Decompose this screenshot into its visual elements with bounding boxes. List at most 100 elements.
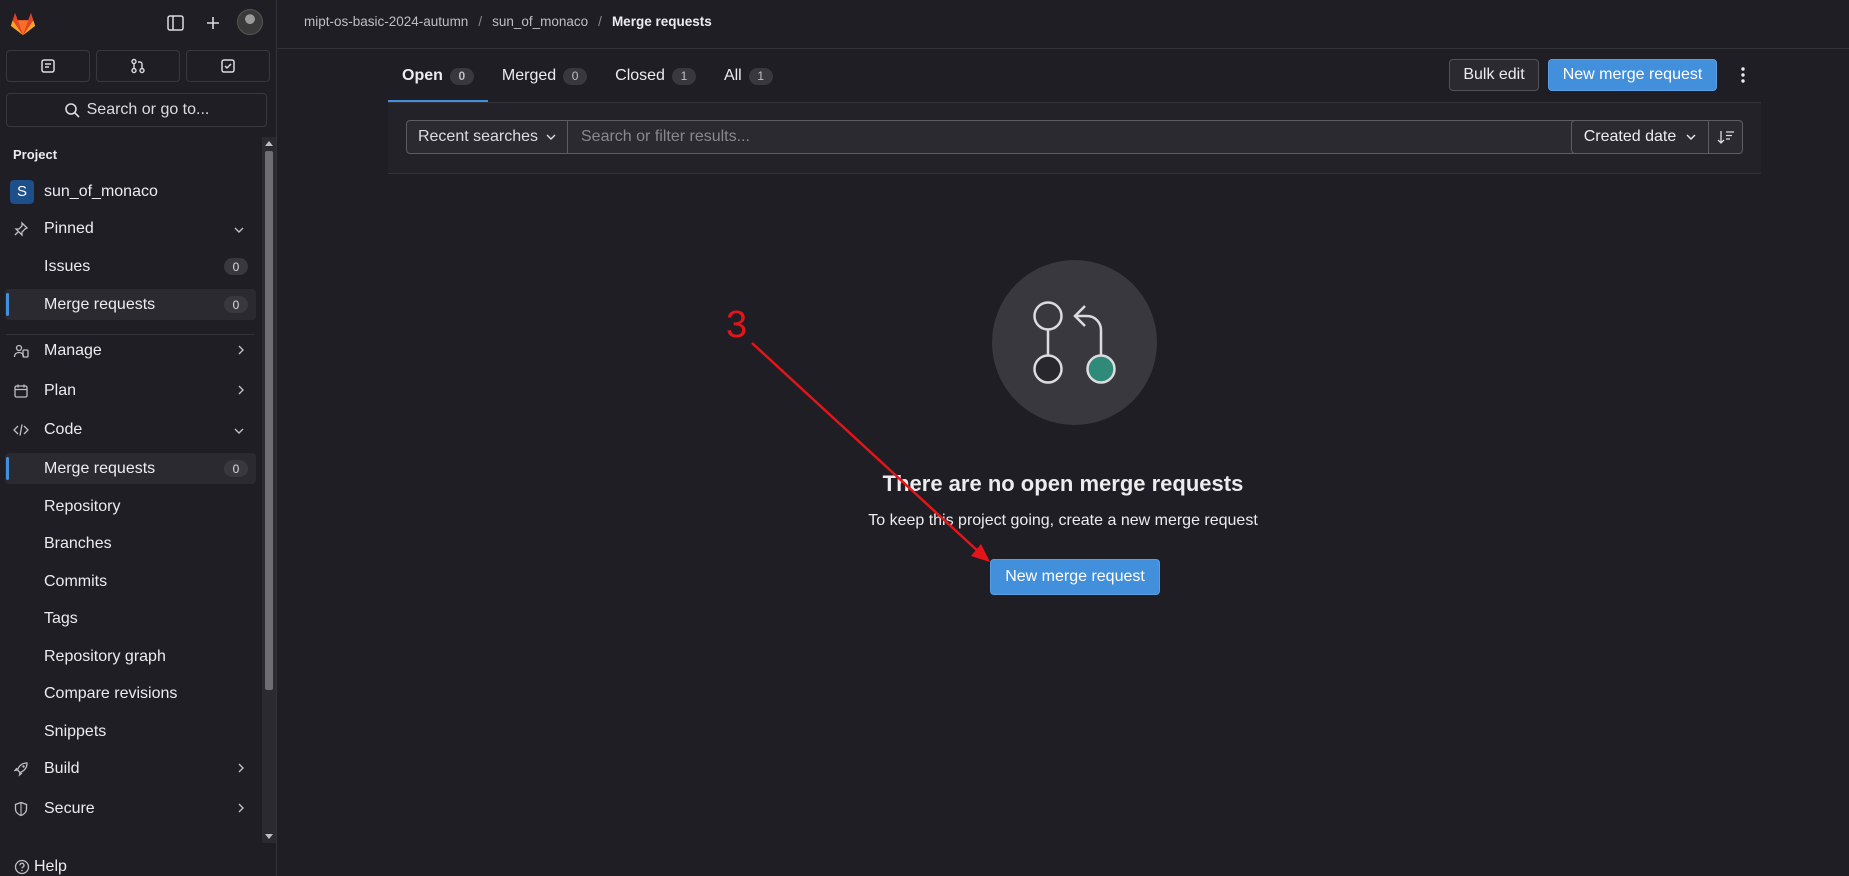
sidebar-item-commits[interactable]: Commits (5, 566, 256, 597)
sort-icon (1717, 131, 1734, 144)
empty-state-new-merge-request-button[interactable]: New merge request (990, 559, 1160, 595)
search-button-label: Search or go to... (86, 101, 210, 118)
todo-shortcut-button[interactable] (186, 50, 270, 82)
chevron-right-icon (238, 343, 244, 358)
breadcrumb-current[interactable]: Merge requests (612, 14, 712, 29)
search-button[interactable]: Search or go to... (6, 93, 267, 127)
sidebar-item-label: Plan (44, 381, 77, 399)
pin-icon (13, 220, 29, 237)
chevron-down-icon (234, 422, 244, 437)
sidebar-item-label: Pinned (44, 219, 94, 237)
count-badge: 0 (224, 296, 248, 313)
sidebar-item-label: Tags (44, 609, 78, 627)
breadcrumb: mipt-os-basic-2024-autumn / sun_of_monac… (304, 14, 712, 29)
sidebar-item-pinned[interactable]: Pinned (5, 213, 256, 244)
help-icon (14, 859, 30, 875)
top-bar: mipt-os-basic-2024-autumn / sun_of_monac… (277, 0, 1849, 49)
sort-direction-button[interactable] (1708, 120, 1743, 154)
tab-count: 1 (748, 67, 773, 85)
merge-request-illustration (992, 260, 1157, 425)
sidebar-project-item[interactable]: S sun_of_monaco (5, 176, 256, 207)
mr-state-tabs: Open 0 Merged 0 Closed 1 All 1 (388, 50, 787, 102)
sidebar-item-label: Secure (44, 799, 95, 817)
calendar-icon (13, 383, 29, 399)
tab-label: All (723, 67, 742, 84)
sidebar-item-issues[interactable]: Issues 0 (5, 251, 256, 282)
sidebar-item-code[interactable]: Code (5, 414, 256, 445)
todo-icon (221, 59, 235, 73)
project-name: sun_of_monaco (44, 182, 158, 200)
help-label: Help (34, 858, 67, 875)
empty-state-title: There are no open merge requests (0, 471, 1849, 497)
sidebar-header (0, 0, 276, 46)
tab-count: 0 (563, 67, 588, 85)
chevron-right-icon (238, 383, 244, 398)
sidebar-item-secure[interactable]: Secure (5, 793, 256, 824)
filter-search-input[interactable] (567, 120, 1583, 154)
sort-by-label: Created date (1583, 128, 1677, 145)
tab-count: 0 (449, 67, 474, 85)
plus-icon[interactable] (198, 9, 228, 37)
users-icon (13, 343, 29, 359)
breadcrumb-project[interactable]: sun_of_monaco (492, 14, 588, 29)
breadcrumb-separator: / (478, 14, 483, 29)
sidebar-item-branches[interactable]: Branches (5, 528, 256, 559)
tab-count: 1 (671, 67, 696, 85)
empty-state-description-text: To keep this project going, create a new… (868, 512, 1258, 529)
sidebar-item-label: Issues (44, 257, 91, 275)
empty-state-title-text: There are no open merge requests (882, 471, 1244, 496)
sidebar-item-compare-revisions[interactable]: Compare revisions (5, 678, 256, 709)
tab-closed[interactable]: Closed 1 (601, 50, 710, 102)
sidebar-toggle-icon[interactable] (160, 9, 190, 37)
sidebar-item-merge-requests-pinned[interactable]: Merge requests 0 (5, 289, 256, 320)
code-icon (13, 422, 29, 438)
count-badge: 0 (224, 258, 248, 275)
new-merge-request-button[interactable]: New merge request (1548, 59, 1717, 91)
breadcrumb-group[interactable]: mipt-os-basic-2024-autumn (304, 14, 468, 29)
sidebar-item-repository-graph[interactable]: Repository graph (5, 641, 256, 672)
sidebar-section-label: Project (13, 147, 58, 162)
breadcrumb-separator: / (598, 14, 602, 29)
sidebar-item-label: Compare revisions (44, 684, 178, 702)
help-button[interactable]: Help (14, 858, 67, 876)
tab-label: Merged (501, 67, 557, 84)
issues-shortcut-button[interactable] (6, 50, 90, 82)
chevron-down-icon (234, 221, 244, 236)
sidebar-item-label: Merge requests (44, 295, 156, 313)
scroll-up-arrow[interactable] (265, 141, 273, 146)
recent-searches-label: Recent searches (417, 128, 539, 145)
tab-open[interactable]: Open 0 (388, 50, 488, 102)
empty-state-description: To keep this project going, create a new… (0, 512, 1849, 530)
sidebar-item-label: Branches (44, 534, 112, 552)
scrollbar-thumb[interactable] (265, 151, 273, 690)
kebab-icon[interactable] (1735, 61, 1751, 89)
sidebar: Search or go to... Project S sun_of_mona… (0, 0, 277, 876)
bulk-edit-button[interactable]: Bulk edit (1449, 59, 1539, 91)
scroll-down-arrow[interactable] (265, 834, 273, 839)
sidebar-item-snippets[interactable]: Snippets (5, 716, 256, 747)
sort-by-dropdown[interactable]: Created date (1571, 120, 1709, 154)
merge-requests-shortcut-button[interactable] (96, 50, 180, 82)
tab-merged[interactable]: Merged 0 (488, 50, 601, 102)
sidebar-item-label: Snippets (44, 722, 107, 740)
filter-bar: Recent searches Created date (388, 102, 1761, 174)
shield-icon (13, 801, 29, 817)
chevron-down-icon (546, 134, 556, 140)
sidebar-item-tags[interactable]: Tags (5, 603, 256, 634)
sidebar-item-label: Build (44, 759, 80, 777)
sidebar-item-label: Manage (44, 341, 102, 359)
chevron-right-icon (238, 761, 244, 776)
tab-label: Open (402, 67, 443, 84)
search-icon (64, 103, 80, 118)
tab-label: Closed (615, 67, 665, 84)
sidebar-item-manage[interactable]: Manage (5, 335, 256, 366)
tab-all[interactable]: All 1 (710, 50, 787, 102)
sidebar-quick-actions (6, 50, 270, 82)
rocket-icon (13, 761, 29, 777)
avatar[interactable] (237, 9, 263, 35)
recent-searches-dropdown[interactable]: Recent searches (406, 120, 568, 154)
sidebar-item-plan[interactable]: Plan (5, 375, 256, 406)
gitlab-logo-icon[interactable] (8, 8, 38, 38)
project-avatar: S (10, 179, 34, 204)
sidebar-item-build[interactable]: Build (5, 753, 256, 784)
